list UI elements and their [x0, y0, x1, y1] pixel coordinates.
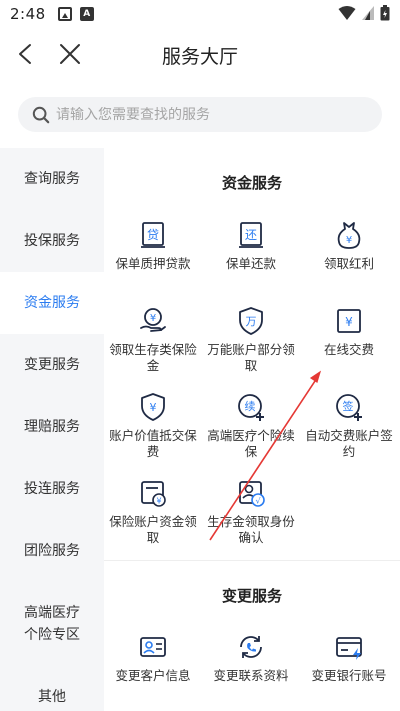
bank-card-icon — [336, 637, 362, 660]
service-label: 自动交费账户签约 — [305, 428, 393, 459]
hand-coin-icon: ¥ — [140, 308, 166, 332]
identity-confirm-icon: √ — [239, 481, 265, 507]
id-card-icon — [140, 637, 166, 657]
svg-text:¥: ¥ — [150, 401, 157, 414]
service-label: 高端医疗个险续保 — [207, 428, 295, 459]
service-label: 账户价值抵交保费 — [109, 428, 197, 459]
sidebar-item-claims[interactable]: 理赔服务 — [0, 396, 104, 458]
account-withdraw-icon: ¥ — [141, 481, 166, 507]
service-change-bank-account[interactable]: 变更银行账号 — [300, 632, 398, 684]
shield-wan-icon: 万 — [239, 307, 263, 335]
wifi-icon — [338, 6, 356, 20]
phone-refresh-icon — [240, 636, 262, 658]
service-dividend[interactable]: ¥ 领取红利 — [300, 220, 398, 272]
service-label: 保单质押贷款 — [115, 256, 191, 271]
loan-icon: 贷 — [141, 222, 165, 248]
svg-text:√: √ — [255, 497, 261, 506]
sidebar-item-change[interactable]: 变更服务 — [0, 334, 104, 396]
service-online-payment[interactable]: ¥ 在线交费 — [300, 306, 398, 358]
sidebar-item-group[interactable]: 团险服务 — [0, 520, 104, 582]
battery-icon — [380, 5, 390, 21]
service-content: 资金服务 贷 保单质押贷款 还 保单还款 ¥ 领取红利 ¥ 领取生存类保险金 万… — [104, 148, 400, 711]
service-medical-renew[interactable]: 续 高端医疗个险续保 — [202, 392, 300, 460]
service-label: 生存金领取身份确认 — [207, 514, 295, 545]
service-label: 变更银行账号 — [311, 668, 387, 683]
svg-text:还: 还 — [245, 228, 257, 242]
search-bar[interactable] — [18, 97, 382, 132]
svg-text:万: 万 — [246, 315, 257, 328]
sidebar-item-insure[interactable]: 投保服务 — [0, 210, 104, 272]
service-universal-partial[interactable]: 万 万能账户部分领取 — [202, 306, 300, 374]
svg-text:¥: ¥ — [156, 497, 161, 506]
search-icon — [32, 106, 50, 123]
a-icon: A — [79, 7, 94, 21]
service-change-customer-info[interactable]: 变更客户信息 — [104, 632, 202, 684]
service-policy-loan[interactable]: 贷 保单质押贷款 — [104, 220, 202, 272]
service-account-offset[interactable]: ¥ 账户价值抵交保费 — [104, 392, 202, 460]
header: 服务大厅 — [0, 28, 400, 80]
money-bag-icon: ¥ — [337, 222, 361, 249]
payment-icon: ¥ — [337, 309, 361, 333]
signal-icon — [362, 6, 374, 20]
service-label: 变更客户信息 — [115, 668, 191, 683]
service-survival-benefit[interactable]: ¥ 领取生存类保险金 — [104, 306, 202, 374]
sidebar-item-other[interactable]: 其他 — [0, 666, 104, 711]
service-label: 领取红利 — [323, 256, 374, 271]
service-label: 万能账户部分领取 — [207, 342, 295, 373]
svg-text:¥: ¥ — [345, 315, 353, 329]
sidebar-item-funds[interactable]: 资金服务 — [0, 272, 104, 334]
service-label: 保单还款 — [225, 256, 276, 271]
section-divider — [104, 560, 400, 561]
renew-icon: 续 — [238, 394, 264, 421]
sidebar-item-label-line1: 高端医疗 — [24, 605, 80, 621]
image-icon — [57, 7, 72, 21]
section-title-funds: 资金服务 — [221, 174, 282, 192]
svg-text:续: 续 — [245, 399, 256, 413]
status-time: 2:48 — [10, 5, 46, 23]
sidebar-item-query[interactable]: 查询服务 — [0, 148, 104, 210]
category-sidebar: 查询服务 投保服务 资金服务 变更服务 理赔服务 投连服务 团险服务 高端医疗 … — [0, 148, 104, 711]
page-title: 服务大厅 — [161, 46, 238, 68]
sign-icon: 签 — [336, 394, 362, 421]
service-account-withdraw[interactable]: ¥ 保险账户资金领取 — [104, 478, 202, 546]
service-policy-repay[interactable]: 还 保单还款 — [202, 220, 300, 272]
svg-text:¥: ¥ — [346, 235, 352, 246]
svg-text:¥: ¥ — [150, 313, 156, 324]
shield-yen-icon: ¥ — [141, 393, 165, 421]
service-change-contact[interactable]: 变更联系资料 — [202, 632, 300, 684]
sidebar-item-label-line2: 个险专区 — [24, 627, 80, 643]
service-label: 变更联系资料 — [213, 668, 289, 683]
svg-text:签: 签 — [343, 399, 354, 413]
search-input[interactable] — [56, 106, 356, 123]
sidebar-item-premium-medical[interactable]: 高端医疗 个险专区 — [0, 582, 104, 666]
service-identity-confirm[interactable]: √ 生存金领取身份确认 — [202, 478, 300, 546]
sidebar-item-investment-linked[interactable]: 投连服务 — [0, 458, 104, 520]
service-label: 领取生存类保险金 — [109, 342, 197, 373]
repay-icon: 还 — [239, 222, 263, 248]
service-auto-pay-sign[interactable]: 签 自动交费账户签约 — [300, 392, 398, 460]
service-label: 保险账户资金领取 — [109, 514, 197, 545]
service-label: 在线交费 — [323, 342, 374, 357]
svg-text:贷: 贷 — [147, 228, 159, 242]
status-bar: 2:48 A — [0, 0, 400, 28]
section-title-change: 变更服务 — [221, 587, 282, 605]
